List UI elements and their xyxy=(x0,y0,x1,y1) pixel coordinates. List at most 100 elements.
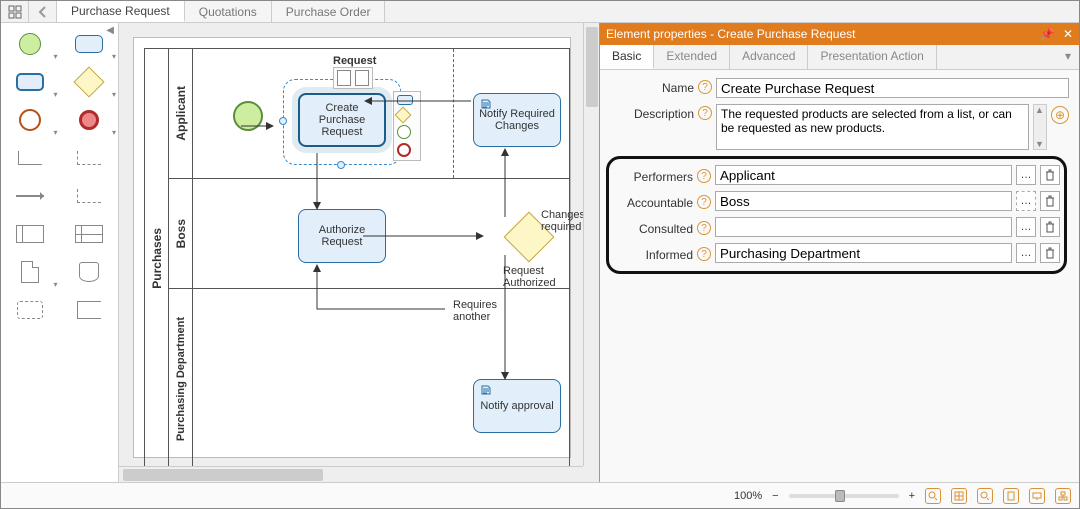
palette-sequence-flow[interactable] xyxy=(5,143,56,173)
browse-button[interactable]: … xyxy=(1016,165,1036,185)
selection-handle[interactable] xyxy=(337,161,345,169)
browse-button[interactable]: … xyxy=(1016,243,1036,263)
shape-palette: ◀ ▾ ▾ ▾ ▾ ▾ ▾ ▾ xyxy=(1,23,119,482)
palette-gateway[interactable]: ▾ xyxy=(64,67,115,97)
lane-title: Purchasing Department xyxy=(175,317,187,441)
zoom-value: 100% xyxy=(734,490,762,502)
accountable-input[interactable] xyxy=(715,191,1012,211)
context-gateway-icon[interactable] xyxy=(395,107,412,124)
status-icon-fit[interactable] xyxy=(951,488,967,504)
name-input[interactable] xyxy=(716,78,1069,98)
palette-lanes[interactable] xyxy=(64,219,115,249)
pool-title: Purchases xyxy=(150,228,164,289)
status-icon-zoom[interactable] xyxy=(977,488,993,504)
delete-button[interactable] xyxy=(1040,217,1060,237)
status-icon-present[interactable] xyxy=(1029,488,1045,504)
browse-button[interactable]: … xyxy=(1016,191,1036,211)
properties-tab-extended[interactable]: Extended xyxy=(654,45,730,69)
context-task-icon[interactable] xyxy=(397,95,413,105)
script-icon xyxy=(480,384,492,396)
help-icon[interactable]: ? xyxy=(697,195,711,209)
task-label: Create Purchase Request xyxy=(304,102,380,138)
task-authorize-request[interactable]: Authorize Request xyxy=(298,209,386,263)
properties-tab-presentation[interactable]: Presentation Action xyxy=(808,45,936,69)
performers-input[interactable] xyxy=(715,165,1012,185)
context-end-icon[interactable] xyxy=(397,143,411,157)
context-intermediate-icon[interactable] xyxy=(397,125,411,139)
palette-intermediate-event[interactable]: ▾ xyxy=(5,105,56,135)
close-icon[interactable]: ✕ xyxy=(1063,27,1073,41)
tab-quotations[interactable]: Quotations xyxy=(185,1,272,22)
tab-purchase-request[interactable]: Purchase Request xyxy=(57,1,185,22)
help-icon[interactable]: ? xyxy=(697,169,711,183)
palette-data-store[interactable] xyxy=(64,257,115,287)
view-switch-icon[interactable] xyxy=(1,1,29,23)
palette-subprocess[interactable]: ▾ xyxy=(5,67,56,97)
edge-label: Requires another xyxy=(453,299,513,323)
task-label: Authorize Request xyxy=(303,224,381,248)
expand-icon[interactable]: ⊕ xyxy=(1051,106,1069,124)
context-palette[interactable] xyxy=(393,91,421,161)
zoom-in-button[interactable]: + xyxy=(909,490,915,502)
informed-input[interactable] xyxy=(715,243,1012,263)
script-icon xyxy=(480,98,492,110)
browse-button[interactable]: … xyxy=(1016,217,1036,237)
properties-tabs: Basic Extended Advanced Presentation Act… xyxy=(600,45,1079,70)
delete-button[interactable] xyxy=(1040,243,1060,263)
lane-purchasing[interactable]: Purchasing Department Requires another N… xyxy=(169,289,569,469)
pool[interactable]: Purchases Applicant Request Create Purch… xyxy=(144,48,570,468)
properties-tabs-overflow[interactable]: ▾ xyxy=(1057,45,1079,69)
diagram-canvas[interactable]: Purchases Applicant Request Create Purch… xyxy=(133,37,571,458)
lane-applicant[interactable]: Applicant Request Create Purchase Reques… xyxy=(169,49,569,179)
canvas-vertical-scrollbar[interactable] xyxy=(583,23,599,466)
properties-tab-basic[interactable]: Basic xyxy=(600,45,654,69)
tab-purchase-order[interactable]: Purchase Order xyxy=(272,1,386,22)
lane-title: Boss xyxy=(174,219,188,248)
canvas-horizontal-scrollbar[interactable] xyxy=(119,466,583,482)
task-create-purchase-request[interactable]: Create Purchase Request xyxy=(298,93,386,147)
palette-data-object[interactable]: ▾ xyxy=(5,257,56,287)
pin-icon[interactable]: 📌 xyxy=(1040,27,1055,41)
palette-group[interactable] xyxy=(5,295,56,325)
back-button[interactable] xyxy=(29,1,57,23)
raci-highlight-group: Performers ? … Accountable ? … xyxy=(606,156,1067,274)
context-toolbar[interactable] xyxy=(333,67,373,89)
start-event[interactable] xyxy=(233,101,263,131)
task-notify-approval[interactable]: Notify approval xyxy=(473,379,561,433)
palette-dashed-arrow[interactable] xyxy=(64,181,115,211)
consulted-input[interactable] xyxy=(715,217,1012,237)
tab-label: Presentation Action xyxy=(820,49,923,63)
palette-message-flow[interactable] xyxy=(5,181,56,211)
palette-annotation[interactable] xyxy=(64,295,115,325)
delete-button[interactable] xyxy=(1040,191,1060,211)
help-icon[interactable]: ? xyxy=(698,106,712,120)
delete-button[interactable] xyxy=(1040,165,1060,185)
help-icon[interactable]: ? xyxy=(697,221,711,235)
palette-end-event[interactable]: ▾ xyxy=(64,105,115,135)
phase-label: Request xyxy=(333,55,376,67)
palette-pool[interactable] xyxy=(5,219,56,249)
task-label: Notify approval xyxy=(480,400,553,412)
palette-task[interactable]: ▾ xyxy=(64,29,115,59)
tab-label: Purchase Request xyxy=(71,4,170,18)
help-icon[interactable]: ? xyxy=(698,80,712,94)
tab-label: Quotations xyxy=(199,5,257,19)
status-icon-tree[interactable] xyxy=(1055,488,1071,504)
description-scrollbar[interactable] xyxy=(1033,104,1047,150)
task-notify-changes[interactable]: Notify Required Changes xyxy=(473,93,561,147)
palette-start-event[interactable]: ▾ xyxy=(5,29,56,59)
selection-handle[interactable] xyxy=(279,117,287,125)
lane-boss[interactable]: Boss Authorize Request Changes required … xyxy=(169,179,569,289)
zoom-slider[interactable] xyxy=(789,494,899,498)
status-icon-page[interactable] xyxy=(1003,488,1019,504)
tab-label: Purchase Order xyxy=(286,5,371,19)
edge-label: Changes required xyxy=(541,209,585,233)
zoom-out-button[interactable]: − xyxy=(772,490,778,502)
help-icon[interactable]: ? xyxy=(697,247,711,261)
palette-association[interactable] xyxy=(64,143,115,173)
properties-tab-advanced[interactable]: Advanced xyxy=(730,45,808,69)
phase-separator xyxy=(453,49,454,178)
edge-label: Request Authorized xyxy=(503,265,573,289)
status-icon-search[interactable] xyxy=(925,488,941,504)
description-textarea[interactable] xyxy=(716,104,1029,150)
